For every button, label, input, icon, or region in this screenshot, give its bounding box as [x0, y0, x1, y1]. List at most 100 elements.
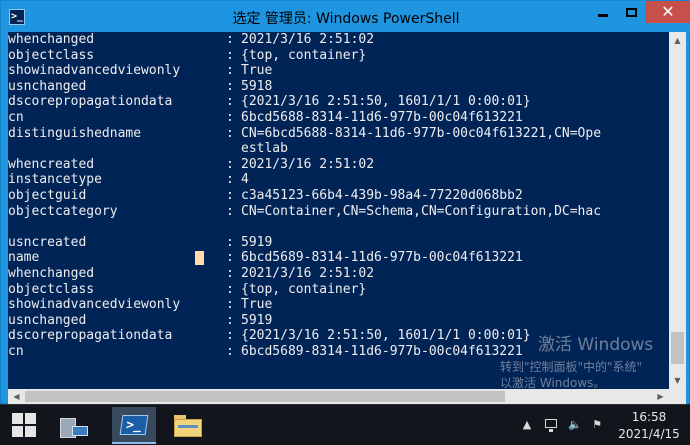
taskbar-file-explorer[interactable]: [166, 407, 210, 444]
scroll-down-icon[interactable]: ▼: [669, 372, 686, 389]
property-value: c3a45123-66b4-439b-98a4-77220d068bb2: [241, 188, 523, 203]
minimize-button[interactable]: [589, 1, 617, 23]
console-line: dscorepropagationdata: {2021/3/16 2:51:50…: [8, 94, 669, 110]
taskbar-server-manager[interactable]: [52, 407, 96, 444]
window-title: 选定 管理员: Windows PowerShell: [232, 11, 460, 27]
taskbar-powershell[interactable]: >_: [112, 407, 156, 444]
property-separator: :: [226, 188, 234, 203]
property-name: cn: [8, 344, 24, 359]
scrollbar-corner: [669, 389, 686, 404]
property-name: showinadvancedviewonly: [8, 297, 181, 313]
property-separator: :: [226, 47, 234, 63]
console-line: objectguid: c3a45123-66b4-439b-98a4-77220…: [8, 188, 669, 204]
property-name: cn: [8, 110, 24, 125]
property-separator: :: [226, 172, 234, 188]
property-name: objectclass: [8, 281, 95, 297]
property-value: 2021/3/16 2:51:02: [241, 156, 375, 172]
console-line: showinadvancedviewonly: True: [8, 297, 669, 313]
console-line: whencreated:2021/3/16 2:51:02: [8, 157, 669, 173]
property-value: 5919: [241, 312, 273, 328]
windows-logo-pane: [25, 426, 36, 437]
property-value: 5919: [241, 234, 273, 250]
property-value: 4: [241, 172, 249, 188]
property-value: 5918: [241, 78, 273, 94]
property-value: True: [241, 63, 273, 79]
property-name: instancetype: [8, 172, 102, 188]
maximize-icon: [625, 7, 637, 17]
scroll-left-icon[interactable]: ◀: [8, 389, 25, 404]
vertical-scroll-thumb[interactable]: [671, 332, 684, 364]
property-separator: :: [226, 125, 234, 141]
property-separator: :: [226, 328, 234, 344]
property-value: 2021/3/16 2:51:02: [241, 266, 375, 281]
property-value: 6bcd5688-8314-11d6-977b-00c04f613221: [241, 110, 523, 125]
property-separator: :: [226, 63, 234, 79]
console-line: instancetype:4: [8, 172, 669, 188]
property-name: whenchanged: [8, 266, 95, 281]
console-line: whenchanged:2021/3/16 2:51:02: [8, 266, 669, 282]
property-value: CN=6bcd5688-8314-11d6-977b-00c04f613221,…: [241, 125, 602, 141]
property-separator: :: [226, 344, 234, 359]
console-line: distinguishedname: CN=6bcd5688-8314-11d6-…: [8, 126, 669, 142]
property-value: 6bcd5689-8314-11d6-977b-00c04f613221: [241, 344, 523, 359]
property-name: objectguid: [8, 188, 87, 203]
property-value: estlab: [241, 141, 288, 157]
clock-time: 16:58: [631, 410, 667, 424]
property-name: usncreated: [8, 234, 87, 250]
property-name: objectclass: [8, 47, 95, 63]
windows-logo-icon: [12, 413, 23, 424]
title-bar[interactable]: >_ 选定 管理员: Windows PowerShell ✕: [1, 1, 690, 33]
volume-icon[interactable]: 🔈: [568, 418, 582, 432]
property-name: usnchanged: [8, 78, 87, 94]
text-cursor: [195, 251, 204, 266]
console-line: usnchanged:5918: [8, 79, 669, 95]
property-name: name: [8, 250, 40, 266]
property-separator: :: [226, 266, 234, 281]
property-separator: :: [226, 203, 234, 219]
property-separator: :: [226, 250, 234, 266]
property-separator: :: [226, 156, 234, 172]
console-line: whenchanged:2021/3/16 2:51:02: [8, 32, 669, 48]
action-center-flag-icon[interactable]: ⚑: [590, 418, 604, 432]
maximize-button[interactable]: [617, 1, 645, 23]
property-separator: :: [226, 234, 234, 250]
console-line: objectclass: {top, container}: [8, 48, 669, 64]
console-line: estlab: [8, 141, 669, 157]
property-separator: :: [226, 312, 234, 328]
console-line: objectclass: {top, container}: [8, 282, 669, 298]
minimize-icon: [598, 13, 608, 17]
property-name: showinadvancedviewonly: [8, 63, 181, 79]
watermark-title: 激活 Windows: [538, 335, 654, 355]
property-name: distinguishedname: [8, 125, 142, 141]
taskbar: >_ ▲ 🔈 ⚑ 16:58 2021/4/15: [0, 404, 690, 445]
property-separator: :: [226, 94, 234, 110]
property-separator: :: [226, 281, 234, 297]
property-value: {2021/3/16 2:51:50, 1601/1/1 0:00:01}: [241, 94, 531, 110]
property-value: CN=Container,CN=Schema,CN=Configuration,…: [241, 203, 602, 219]
watermark-line: 转到"控制面板"中的"系统": [500, 360, 643, 374]
property-value: {2021/3/16 2:51:50, 1601/1/1 0:00:01}: [241, 328, 531, 344]
horizontal-scroll-thumb[interactable]: [25, 391, 505, 402]
folder-icon: [174, 414, 202, 437]
server-manager-icon: [60, 414, 88, 438]
start-button[interactable]: [12, 413, 36, 437]
horizontal-scrollbar[interactable]: ◀ ▶: [8, 389, 669, 404]
console-line: showinadvancedviewonly: True: [8, 63, 669, 79]
property-name: dscorepropagationdata: [8, 328, 173, 344]
clock-date: 2021/4/15: [618, 427, 680, 441]
property-value: 2021/3/16 2:51:02: [241, 32, 375, 47]
network-icon[interactable]: [544, 418, 558, 432]
property-separator: :: [226, 110, 234, 125]
watermark-line: 以激活 Windows。: [500, 376, 606, 390]
vertical-scrollbar[interactable]: ▲ ▼: [669, 32, 686, 389]
clock[interactable]: 16:58 2021/4/15: [612, 409, 686, 443]
property-value: 6bcd5689-8314-11d6-977b-00c04f613221: [241, 250, 523, 266]
windows-logo-pane: [12, 426, 23, 437]
show-hidden-icons-icon[interactable]: ▲: [520, 418, 534, 432]
console-line: objectcategory: CN=Container,CN=Schema,CN…: [8, 204, 669, 220]
scroll-right-icon[interactable]: ▶: [652, 389, 669, 404]
scroll-up-icon[interactable]: ▲: [669, 32, 686, 49]
property-separator: :: [226, 78, 234, 94]
close-button[interactable]: ✕: [645, 1, 690, 23]
